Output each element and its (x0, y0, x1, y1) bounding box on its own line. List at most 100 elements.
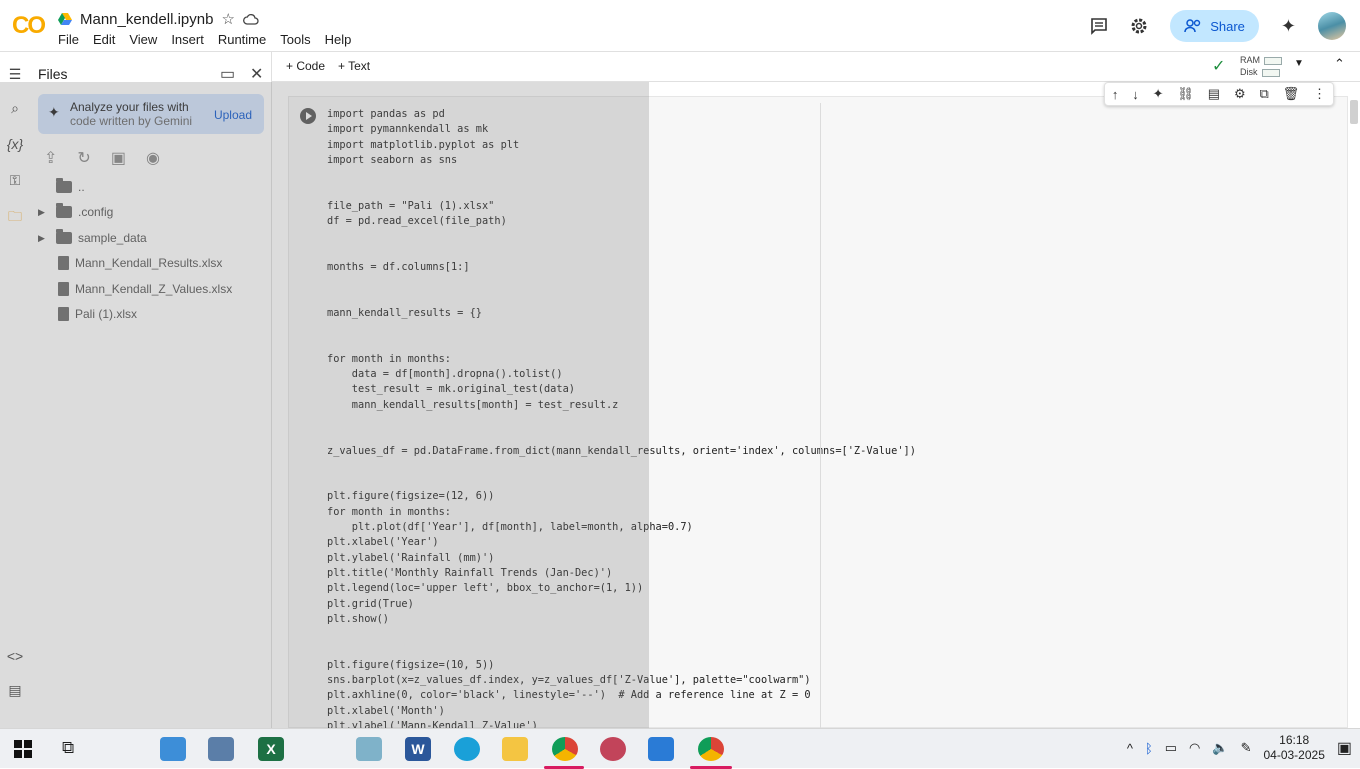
folder-icon (56, 229, 72, 244)
more-options-icon[interactable]: ⋮ (1313, 86, 1326, 102)
excel-icon[interactable]: X (258, 737, 284, 761)
chrome-icon[interactable] (698, 737, 724, 761)
menu-runtime[interactable]: Runtime (218, 32, 266, 47)
settings-icon[interactable] (1130, 17, 1148, 35)
upload-file-icon[interactable]: ⇪ (44, 148, 57, 168)
comments-icon[interactable] (1090, 17, 1108, 35)
folder-icon (56, 203, 72, 218)
taskbar-app-control-panel-icon[interactable] (160, 737, 186, 761)
tree-item-config[interactable]: ▶ .config (38, 203, 113, 221)
code-line: for month in months: (327, 505, 451, 518)
pen-icon[interactable]: ✎ (1241, 740, 1252, 756)
code-editor[interactable]: import pandas as pd import pymannkendall … (327, 107, 916, 734)
taskbar-app-notepad-icon[interactable] (356, 737, 382, 761)
code-cell[interactable]: import pandas as pd import pymannkendall … (288, 96, 1348, 732)
code-line: z_values_df = pd.DataFrame.from_dict(man… (327, 444, 916, 457)
taskbar-app-remote-icon[interactable] (208, 737, 234, 761)
collapse-icon[interactable]: ⌃ (1334, 56, 1345, 72)
share-button[interactable]: Share (1170, 10, 1259, 42)
add-text-button[interactable]: + Text (338, 59, 370, 73)
variables-icon[interactable]: {x} (6, 136, 24, 154)
code-line: plt.xlabel('Month') (327, 704, 445, 717)
colab-logo[interactable]: CO (12, 12, 46, 40)
search-icon[interactable]: ⌕ (6, 100, 24, 118)
word-icon[interactable]: W (405, 737, 431, 761)
move-up-icon[interactable]: ↑ (1112, 87, 1119, 102)
mirror-cell-icon[interactable]: ⧉ (1259, 86, 1268, 102)
runtime-dropdown-icon[interactable]: ▼ (1294, 58, 1304, 69)
menu-edit[interactable]: Edit (93, 32, 115, 47)
code-line: import matplotlib.pyplot as plt (327, 138, 520, 151)
menu-view[interactable]: View (129, 32, 157, 47)
chrome-icon[interactable] (552, 737, 578, 761)
chevron-right-icon[interactable]: ▶ (38, 207, 50, 218)
folder-icon (56, 178, 72, 193)
notebook-title[interactable]: Mann_kendell.ipynb (80, 11, 213, 28)
cell-settings-icon[interactable]: ⚙ (1234, 86, 1246, 102)
tree-item-results-xlsx[interactable]: Mann_Kendall_Results.xlsx (58, 254, 222, 272)
open-in-tab-icon[interactable]: ▭ (220, 64, 235, 84)
toc-icon[interactable]: ☰ (6, 66, 24, 84)
cloud-icon[interactable] (242, 13, 259, 25)
gemini-analyze-banner[interactable]: ✦ Analyze your files with code written b… (38, 94, 264, 134)
files-folder-icon[interactable]: 🗀 (6, 206, 24, 224)
windows-start-icon[interactable] (14, 740, 32, 758)
snipping-tool-icon[interactable] (600, 737, 626, 761)
code-line: df = pd.read_excel(file_path) (327, 215, 507, 228)
chevron-right-icon[interactable]: ▶ (38, 233, 50, 244)
notifications-icon[interactable]: ▣ (1337, 738, 1352, 758)
tree-item-pali-xlsx[interactable]: Pali (1).xlsx (58, 305, 137, 323)
move-down-icon[interactable]: ↓ (1132, 87, 1139, 102)
volume-mute-icon[interactable]: 🔈 (1212, 740, 1228, 756)
notebook-toolbar: + Code + Text ✓ RAM Disk ▼ ⌃ (272, 52, 1360, 82)
refresh-icon[interactable]: ↻ (77, 148, 90, 168)
task-view-icon[interactable]: ⧉ (62, 738, 74, 758)
resource-monitor[interactable]: RAM Disk (1240, 54, 1282, 78)
ram-bar (1264, 56, 1282, 65)
gemini-banner-text: Analyze your files with (70, 100, 189, 114)
secrets-key-icon[interactable]: ⚿ (6, 172, 24, 190)
menu-help[interactable]: Help (325, 32, 352, 47)
chevron-up-icon[interactable]: ^ (1127, 741, 1133, 756)
upload-link[interactable]: Upload (214, 108, 252, 122)
delete-icon[interactable]: 🗑 (1283, 86, 1300, 102)
file-icon (58, 256, 69, 270)
gemini-icon[interactable]: ✦ (1281, 16, 1296, 37)
menu-insert[interactable]: Insert (171, 32, 204, 47)
avatar[interactable] (1318, 12, 1346, 40)
files-panel: Files ▭ ✕ ✦ Analyze your files with code… (30, 52, 272, 728)
run-cell-button[interactable] (300, 108, 316, 124)
star-icon[interactable]: ☆ (221, 10, 234, 28)
gemini-cell-icon[interactable]: ✦ (1153, 86, 1164, 102)
bluetooth-icon[interactable]: ᛒ (1145, 741, 1153, 756)
code-snippets-icon[interactable]: <> (6, 648, 24, 666)
vscode-icon[interactable] (648, 737, 674, 761)
tree-item-parent[interactable]: .. (56, 178, 85, 196)
connected-check-icon: ✓ (1212, 58, 1226, 75)
battery-icon[interactable]: ▭ (1165, 740, 1177, 756)
show-hidden-eye-icon[interactable]: ◉ (146, 148, 160, 168)
windows-taskbar: ⧉ X W ^ ᛒ ▭ ◠ 🔈 ✎ 16:18 04-03-2025 ▣ (0, 728, 1360, 769)
command-palette-icon[interactable]: ▤ (6, 682, 24, 700)
tree-item-zvalues-xlsx[interactable]: Mann_Kendall_Z_Values.xlsx (58, 280, 232, 298)
menu-tools[interactable]: Tools (280, 32, 310, 47)
menu-file[interactable]: File (58, 32, 79, 47)
file-explorer-icon[interactable] (502, 737, 528, 761)
comment-icon[interactable]: ▤ (1208, 86, 1220, 102)
app-header: CO Mann_kendell.ipynb ☆ File Edit View I… (0, 0, 1360, 52)
edge-icon[interactable] (454, 737, 480, 761)
clock[interactable]: 16:18 04-03-2025 (1263, 733, 1324, 763)
close-icon[interactable]: ✕ (250, 64, 263, 84)
tree-item-sample-data[interactable]: ▶ sample_data (38, 229, 147, 247)
clock-time: 16:18 (1279, 733, 1310, 747)
link-icon[interactable]: ⛓ (1177, 86, 1194, 102)
mount-drive-icon[interactable]: ▣ (111, 148, 126, 168)
wifi-icon[interactable]: ◠ (1189, 740, 1200, 756)
add-code-label: + Code (286, 59, 326, 73)
add-code-button[interactable]: + Code (286, 59, 325, 73)
vertical-scrollbar[interactable] (1350, 100, 1358, 124)
